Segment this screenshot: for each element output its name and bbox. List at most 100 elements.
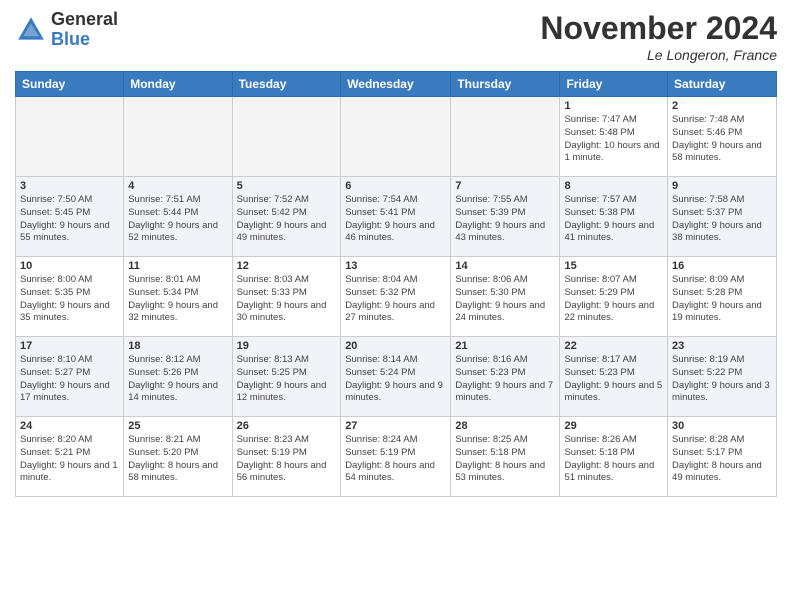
col-sunday: Sunday [16, 72, 124, 97]
day-cell: 23 Sunrise: 8:19 AMSunset: 5:22 PMDayligh… [668, 337, 777, 417]
day-cell: 19 Sunrise: 8:13 AMSunset: 5:25 PMDayligh… [232, 337, 341, 417]
day-number: 20 [345, 340, 446, 352]
day-number: 10 [20, 260, 119, 272]
day-cell: 17 Sunrise: 8:10 AMSunset: 5:27 PMDayligh… [16, 337, 124, 417]
day-number: 8 [564, 180, 663, 192]
day-number: 3 [20, 180, 119, 192]
day-cell: 22 Sunrise: 8:17 AMSunset: 5:23 PMDayligh… [560, 337, 668, 417]
day-cell: 20Sunrise: 8:14 AMSunset: 5:24 PMDayligh… [341, 337, 451, 417]
day-cell [124, 97, 232, 177]
day-number: 17 [20, 340, 119, 352]
day-cell: 4Sunrise: 7:51 AMSunset: 5:44 PMDaylight… [124, 177, 232, 257]
day-cell: 24Sunrise: 8:20 AMSunset: 5:21 PMDayligh… [16, 417, 124, 497]
day-cell: 29Sunrise: 8:26 AMSunset: 5:18 PMDayligh… [560, 417, 668, 497]
day-info: Sunrise: 7:50 AMSunset: 5:45 PMDaylight:… [20, 194, 119, 245]
day-info: Sunrise: 8:13 AMSunset: 5:25 PMDaylight:… [237, 354, 337, 405]
col-tuesday: Tuesday [232, 72, 341, 97]
day-cell: 16Sunrise: 8:09 AMSunset: 5:28 PMDayligh… [668, 257, 777, 337]
day-cell: 3 Sunrise: 7:50 AMSunset: 5:45 PMDaylight… [16, 177, 124, 257]
week-row-2: 3 Sunrise: 7:50 AMSunset: 5:45 PMDaylight… [16, 177, 777, 257]
day-info: Sunrise: 7:57 AMSunset: 5:38 PMDaylight:… [564, 194, 663, 245]
day-cell: 1 Sunrise: 7:47 AMSunset: 5:48 PMDaylight… [560, 97, 668, 177]
day-info: Sunrise: 8:16 AMSunset: 5:23 PMDaylight:… [455, 354, 555, 405]
day-number: 5 [237, 180, 337, 192]
week-row-4: 17 Sunrise: 8:10 AMSunset: 5:27 PMDayligh… [16, 337, 777, 417]
day-info: Sunrise: 8:06 AMSunset: 5:30 PMDaylight:… [455, 274, 555, 325]
day-cell: 25 Sunrise: 8:21 AMSunset: 5:20 PMDayligh… [124, 417, 232, 497]
day-cell: 30 Sunrise: 8:28 AMSunset: 5:17 PMDayligh… [668, 417, 777, 497]
day-number: 12 [237, 260, 337, 272]
day-cell: 26 Sunrise: 8:23 AMSunset: 5:19 PMDayligh… [232, 417, 341, 497]
day-cell: 7Sunrise: 7:55 AMSunset: 5:39 PMDaylight… [451, 177, 560, 257]
day-cell: 27Sunrise: 8:24 AMSunset: 5:19 PMDayligh… [341, 417, 451, 497]
day-info: Sunrise: 8:12 AMSunset: 5:26 PMDaylight:… [128, 354, 227, 405]
day-cell: 11 Sunrise: 8:01 AMSunset: 5:34 PMDayligh… [124, 257, 232, 337]
logo-text: General Blue [51, 10, 118, 50]
day-number: 18 [128, 340, 227, 352]
day-number: 19 [237, 340, 337, 352]
day-cell: 2 Sunrise: 7:48 AMSunset: 5:46 PMDaylight… [668, 97, 777, 177]
col-friday: Friday [560, 72, 668, 97]
day-info: Sunrise: 7:48 AMSunset: 5:46 PMDaylight:… [672, 114, 772, 165]
day-number: 1 [564, 100, 663, 112]
logo-icon [15, 14, 47, 46]
location: Le Longeron, France [540, 47, 777, 63]
day-info: Sunrise: 8:00 AMSunset: 5:35 PMDaylight:… [20, 274, 119, 325]
day-info: Sunrise: 8:23 AMSunset: 5:19 PMDaylight:… [237, 434, 337, 485]
day-info: Sunrise: 8:19 AMSunset: 5:22 PMDaylight:… [672, 354, 772, 405]
day-cell [16, 97, 124, 177]
day-cell: 12 Sunrise: 8:03 AMSunset: 5:33 PMDayligh… [232, 257, 341, 337]
day-info: Sunrise: 8:10 AMSunset: 5:27 PMDaylight:… [20, 354, 119, 405]
day-number: 28 [455, 420, 555, 432]
page: General Blue November 2024 Le Longeron, … [0, 0, 792, 612]
col-monday: Monday [124, 72, 232, 97]
day-info: Sunrise: 7:47 AMSunset: 5:48 PMDaylight:… [564, 114, 663, 165]
day-cell: 18 Sunrise: 8:12 AMSunset: 5:26 PMDayligh… [124, 337, 232, 417]
day-number: 22 [564, 340, 663, 352]
day-info: Sunrise: 8:17 AMSunset: 5:23 PMDaylight:… [564, 354, 663, 405]
day-info: Sunrise: 8:26 AMSunset: 5:18 PMDaylight:… [564, 434, 663, 485]
day-number: 6 [345, 180, 446, 192]
day-cell: 9 Sunrise: 7:58 AMSunset: 5:37 PMDaylight… [668, 177, 777, 257]
day-info: Sunrise: 8:01 AMSunset: 5:34 PMDaylight:… [128, 274, 227, 325]
day-info: Sunrise: 7:51 AMSunset: 5:44 PMDaylight:… [128, 194, 227, 245]
day-info: Sunrise: 7:55 AMSunset: 5:39 PMDaylight:… [455, 194, 555, 245]
day-info: Sunrise: 8:25 AMSunset: 5:18 PMDaylight:… [455, 434, 555, 485]
day-cell: 8 Sunrise: 7:57 AMSunset: 5:38 PMDaylight… [560, 177, 668, 257]
title-area: November 2024 Le Longeron, France [540, 10, 777, 63]
day-number: 26 [237, 420, 337, 432]
col-thursday: Thursday [451, 72, 560, 97]
day-info: Sunrise: 7:58 AMSunset: 5:37 PMDaylight:… [672, 194, 772, 245]
day-number: 21 [455, 340, 555, 352]
day-number: 25 [128, 420, 227, 432]
day-info: Sunrise: 8:07 AMSunset: 5:29 PMDaylight:… [564, 274, 663, 325]
day-number: 13 [345, 260, 446, 272]
week-row-1: 1 Sunrise: 7:47 AMSunset: 5:48 PMDaylight… [16, 97, 777, 177]
day-cell [341, 97, 451, 177]
week-row-5: 24Sunrise: 8:20 AMSunset: 5:21 PMDayligh… [16, 417, 777, 497]
day-number: 9 [672, 180, 772, 192]
day-info: Sunrise: 7:52 AMSunset: 5:42 PMDaylight:… [237, 194, 337, 245]
day-cell: 21 Sunrise: 8:16 AMSunset: 5:23 PMDayligh… [451, 337, 560, 417]
day-number: 16 [672, 260, 772, 272]
day-info: Sunrise: 8:04 AMSunset: 5:32 PMDaylight:… [345, 274, 446, 325]
day-number: 11 [128, 260, 227, 272]
day-number: 23 [672, 340, 772, 352]
day-info: Sunrise: 8:28 AMSunset: 5:17 PMDaylight:… [672, 434, 772, 485]
day-cell: 6 Sunrise: 7:54 AMSunset: 5:41 PMDaylight… [341, 177, 451, 257]
day-info: Sunrise: 7:54 AMSunset: 5:41 PMDaylight:… [345, 194, 446, 245]
day-cell: 14 Sunrise: 8:06 AMSunset: 5:30 PMDayligh… [451, 257, 560, 337]
day-cell: 15Sunrise: 8:07 AMSunset: 5:29 PMDayligh… [560, 257, 668, 337]
day-number: 30 [672, 420, 772, 432]
day-number: 24 [20, 420, 119, 432]
day-info: Sunrise: 8:03 AMSunset: 5:33 PMDaylight:… [237, 274, 337, 325]
day-number: 14 [455, 260, 555, 272]
day-number: 2 [672, 100, 772, 112]
day-cell: 5 Sunrise: 7:52 AMSunset: 5:42 PMDaylight… [232, 177, 341, 257]
col-wednesday: Wednesday [341, 72, 451, 97]
calendar: Sunday Monday Tuesday Wednesday Thursday… [15, 71, 777, 497]
day-info: Sunrise: 8:21 AMSunset: 5:20 PMDaylight:… [128, 434, 227, 485]
col-saturday: Saturday [668, 72, 777, 97]
day-number: 27 [345, 420, 446, 432]
day-cell: 13 Sunrise: 8:04 AMSunset: 5:32 PMDayligh… [341, 257, 451, 337]
